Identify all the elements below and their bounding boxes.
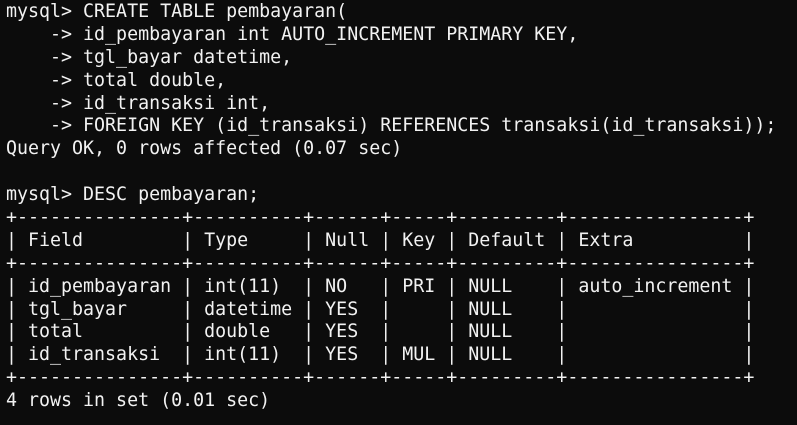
terminal-line-column-tgl-bayar: -> tgl_bayar datetime,	[6, 46, 293, 68]
terminal-line-column-id-transaksi: -> id_transaksi int,	[6, 92, 271, 114]
table-border-top: +---------------+----------+------+-----…	[6, 207, 755, 229]
table-row-id-transaksi: | id_transaksi | int(11) | YES | MUL | N…	[6, 344, 755, 366]
terminal-line-column-total: -> total double,	[6, 69, 227, 91]
table-border-header: +---------------+----------+------+-----…	[6, 252, 755, 274]
table-header-row: | Field | Type | Null | Key | Default | …	[6, 229, 755, 251]
table-row-id-pembayaran: | id_pembayaran | int(11) | NO | PRI | N…	[6, 275, 755, 297]
table-row-tgl-bayar: | tgl_bayar | datetime | YES | | NULL | …	[6, 298, 755, 320]
terminal-line-desc-command: mysql> DESC pembayaran;	[6, 184, 260, 206]
terminal-line-query-ok: Query OK, 0 rows affected (0.07 sec)	[6, 138, 403, 160]
terminal-line-column-id-pembayaran: -> id_pembayaran int AUTO_INCREMENT PRIM…	[6, 23, 579, 45]
terminal-line-create-table: mysql> CREATE TABLE pembayaran(	[6, 1, 348, 22]
terminal-window[interactable]: mysql> CREATE TABLE pembayaran( -> id_pe…	[0, 0, 797, 425]
table-border-bottom: +---------------+----------+------+-----…	[6, 367, 755, 389]
table-row-total: | total | double | YES | | NULL | |	[6, 321, 755, 343]
terminal-line-rows-in-set: 4 rows in set (0.01 sec)	[6, 390, 271, 412]
terminal-line-foreign-key: -> FOREIGN KEY (id_transaksi) REFERENCES…	[6, 115, 777, 137]
